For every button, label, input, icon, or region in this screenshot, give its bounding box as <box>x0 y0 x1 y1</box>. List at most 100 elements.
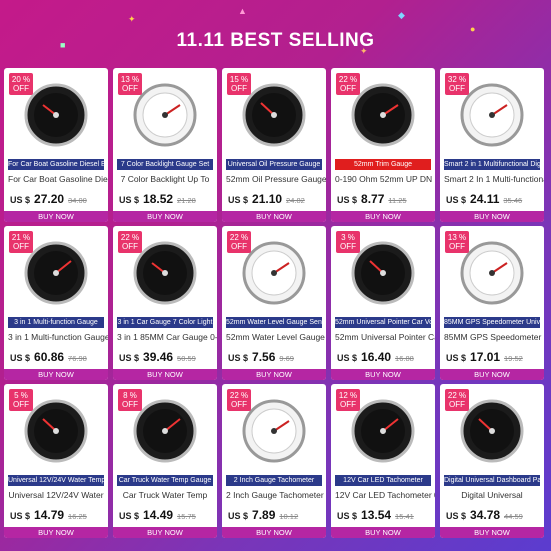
product-card[interactable]: 22 % OFF Digital Universal Dashboard Pan… <box>440 384 544 538</box>
discount-badge: 22 % OFF <box>227 231 251 253</box>
product-image-caption: 2 Inch Gauge Tachometer <box>226 475 322 486</box>
product-title[interactable]: Universal 12V/24V Water <box>4 490 108 502</box>
product-image[interactable]: 21 % OFF <box>9 231 103 315</box>
product-card[interactable]: 8 % OFF Car Truck Water Temp Gauge Car T… <box>113 384 217 538</box>
product-title[interactable]: 7 Color Backlight Up To <box>113 174 217 186</box>
buy-now-button[interactable]: BUY NOW <box>113 369 217 380</box>
product-image[interactable]: 32 % OFF <box>445 73 539 157</box>
buy-now-button[interactable]: BUY NOW <box>4 369 108 380</box>
currency-label: US $ <box>10 195 31 205</box>
buy-now-button[interactable]: BUY NOW <box>331 527 435 538</box>
product-image-caption: For Car Boat Gasoline Diesel Engine <box>8 159 104 170</box>
product-title[interactable]: Car Truck Water Temp <box>113 490 217 502</box>
product-title[interactable]: Smart 2 In 1 Multi-functional <box>440 174 544 186</box>
product-title[interactable]: 52mm Oil Pressure Gauge <box>222 174 326 186</box>
sale-price: 16.40 <box>361 350 392 364</box>
product-title[interactable]: 3 in 1 Multi-function Gauge <box>4 332 108 344</box>
product-image[interactable]: 8 % OFF <box>118 389 212 473</box>
product-image[interactable]: 15 % OFF <box>227 73 321 157</box>
product-card[interactable]: 3 % OFF 52mm Universal Pointer Car Voltm… <box>331 226 435 380</box>
buy-now-button[interactable]: BUY NOW <box>113 211 217 222</box>
original-price: 24.82 <box>286 196 305 205</box>
discount-badge: 13 % OFF <box>445 231 469 253</box>
discount-badge: 15 % OFF <box>227 73 251 95</box>
product-image[interactable]: 13 % OFF <box>445 231 539 315</box>
buy-now-button[interactable]: BUY NOW <box>4 211 108 222</box>
discount-badge: 22 % OFF <box>227 389 251 411</box>
buy-now-button[interactable]: BUY NOW <box>4 527 108 538</box>
product-title[interactable]: 3 in 1 85MM Car Gauge 0- <box>113 332 217 344</box>
confetti-icon: ▲ <box>238 6 247 16</box>
discount-badge: 22 % OFF <box>445 389 469 411</box>
product-title[interactable]: 0-190 Ohm 52mm UP DN <box>331 174 435 186</box>
product-card[interactable]: 32 % OFF Smart 2 in 1 Multifunctional Di… <box>440 68 544 222</box>
product-card[interactable]: 12 % OFF 12V Car LED Tachometer 12V Car … <box>331 384 435 538</box>
price-row: US $ 24.11 35.46 <box>440 192 544 206</box>
buy-now-button[interactable]: BUY NOW <box>440 211 544 222</box>
product-image[interactable]: 20 % OFF <box>9 73 103 157</box>
product-title[interactable]: 85MM GPS Speedometer <box>440 332 544 344</box>
price-row: US $ 34.78 44.59 <box>440 508 544 522</box>
buy-now-button[interactable]: BUY NOW <box>222 369 326 380</box>
product-image[interactable]: 5 % OFF <box>9 389 103 473</box>
product-image[interactable]: 3 % OFF <box>336 231 430 315</box>
price-row: US $ 27.20 34.00 <box>4 192 108 206</box>
currency-label: US $ <box>10 353 31 363</box>
buy-now-button[interactable]: BUY NOW <box>331 211 435 222</box>
confetti-icon: ◆ <box>398 10 405 20</box>
buy-now-button[interactable]: BUY NOW <box>440 527 544 538</box>
original-price: 15.41 <box>395 512 414 521</box>
discount-badge: 3 % OFF <box>336 231 360 253</box>
buy-now-button[interactable]: BUY NOW <box>331 369 435 380</box>
product-title[interactable]: 2 Inch Gauge Tachometer <box>222 490 326 502</box>
price-row: US $ 16.40 16.88 <box>331 350 435 364</box>
currency-label: US $ <box>228 195 249 205</box>
original-price: 44.59 <box>504 512 523 521</box>
sale-price: 34.78 <box>470 508 501 522</box>
currency-label: US $ <box>446 511 467 521</box>
promo-banner: ✦ ▲ ◆ ● ■ ✦ 11.11 BEST SELLING <box>0 0 551 66</box>
product-image[interactable]: 22 % OFF <box>445 389 539 473</box>
original-price: 34.00 <box>68 196 87 205</box>
product-title[interactable]: 52mm Water Level Gauge <box>222 332 326 344</box>
discount-badge-text: 8 % OFF <box>122 391 138 409</box>
product-image-caption: Universal Oil Pressure Gauge <box>226 159 322 170</box>
product-card[interactable]: 20 % OFF For Car Boat Gasoline Diesel En… <box>4 68 108 222</box>
product-image[interactable]: 22 % OFF <box>227 389 321 473</box>
product-card[interactable]: 22 % OFF 52mm Trim Gauge 0-190 Ohm 52mm … <box>331 68 435 222</box>
sale-price: 60.86 <box>34 350 65 364</box>
price-row: US $ 21.10 24.82 <box>222 192 326 206</box>
product-card[interactable]: 22 % OFF 2 Inch Gauge Tachometer 2 Inch … <box>222 384 326 538</box>
original-price: 21.28 <box>177 196 196 205</box>
product-image-caption: 85MM GPS Speedometer Universal <box>444 317 540 328</box>
product-card[interactable]: 22 % OFF 52mm Water Level Gauge Sensor 5… <box>222 226 326 380</box>
product-card[interactable]: 5 % OFF Universal 12V/24V Water Temperat… <box>4 384 108 538</box>
product-card[interactable]: 13 % OFF 7 Color Backlight Gauge Set 7 C… <box>113 68 217 222</box>
discount-badge: 20 % OFF <box>9 73 33 95</box>
product-image[interactable]: 22 % OFF <box>336 73 430 157</box>
product-image[interactable]: 22 % OFF <box>227 231 321 315</box>
product-title[interactable]: 12V Car LED Tachometer 0- <box>331 490 435 502</box>
product-card[interactable]: 13 % OFF 85MM GPS Speedometer Universal … <box>440 226 544 380</box>
buy-now-button[interactable]: BUY NOW <box>113 527 217 538</box>
currency-label: US $ <box>228 511 249 521</box>
product-image[interactable]: 22 % OFF <box>118 231 212 315</box>
currency-label: US $ <box>228 353 249 363</box>
product-card[interactable]: 21 % OFF 3 in 1 Multi-function Gauge 3 i… <box>4 226 108 380</box>
sale-price: 17.01 <box>470 350 501 364</box>
discount-badge: 32 % OFF <box>445 73 469 95</box>
currency-label: US $ <box>337 353 358 363</box>
product-image[interactable]: 13 % OFF <box>118 73 212 157</box>
buy-now-button[interactable]: BUY NOW <box>222 527 326 538</box>
product-image[interactable]: 12 % OFF <box>336 389 430 473</box>
product-card[interactable]: 22 % OFF 3 in 1 Car Gauge 7 Color Light … <box>113 226 217 380</box>
product-card[interactable]: 15 % OFF Universal Oil Pressure Gauge 52… <box>222 68 326 222</box>
product-title[interactable]: Digital Universal <box>440 490 544 502</box>
buy-now-button[interactable]: BUY NOW <box>440 369 544 380</box>
price-row: US $ 7.89 10.12 <box>222 508 326 522</box>
product-title[interactable]: 52mm Universal Pointer Car <box>331 332 435 344</box>
product-image-caption: 3 in 1 Multi-function Gauge <box>8 317 104 328</box>
original-price: 11.25 <box>388 196 407 205</box>
buy-now-button[interactable]: BUY NOW <box>222 211 326 222</box>
product-title[interactable]: For Car Boat Gasoline Diesel <box>4 174 108 186</box>
